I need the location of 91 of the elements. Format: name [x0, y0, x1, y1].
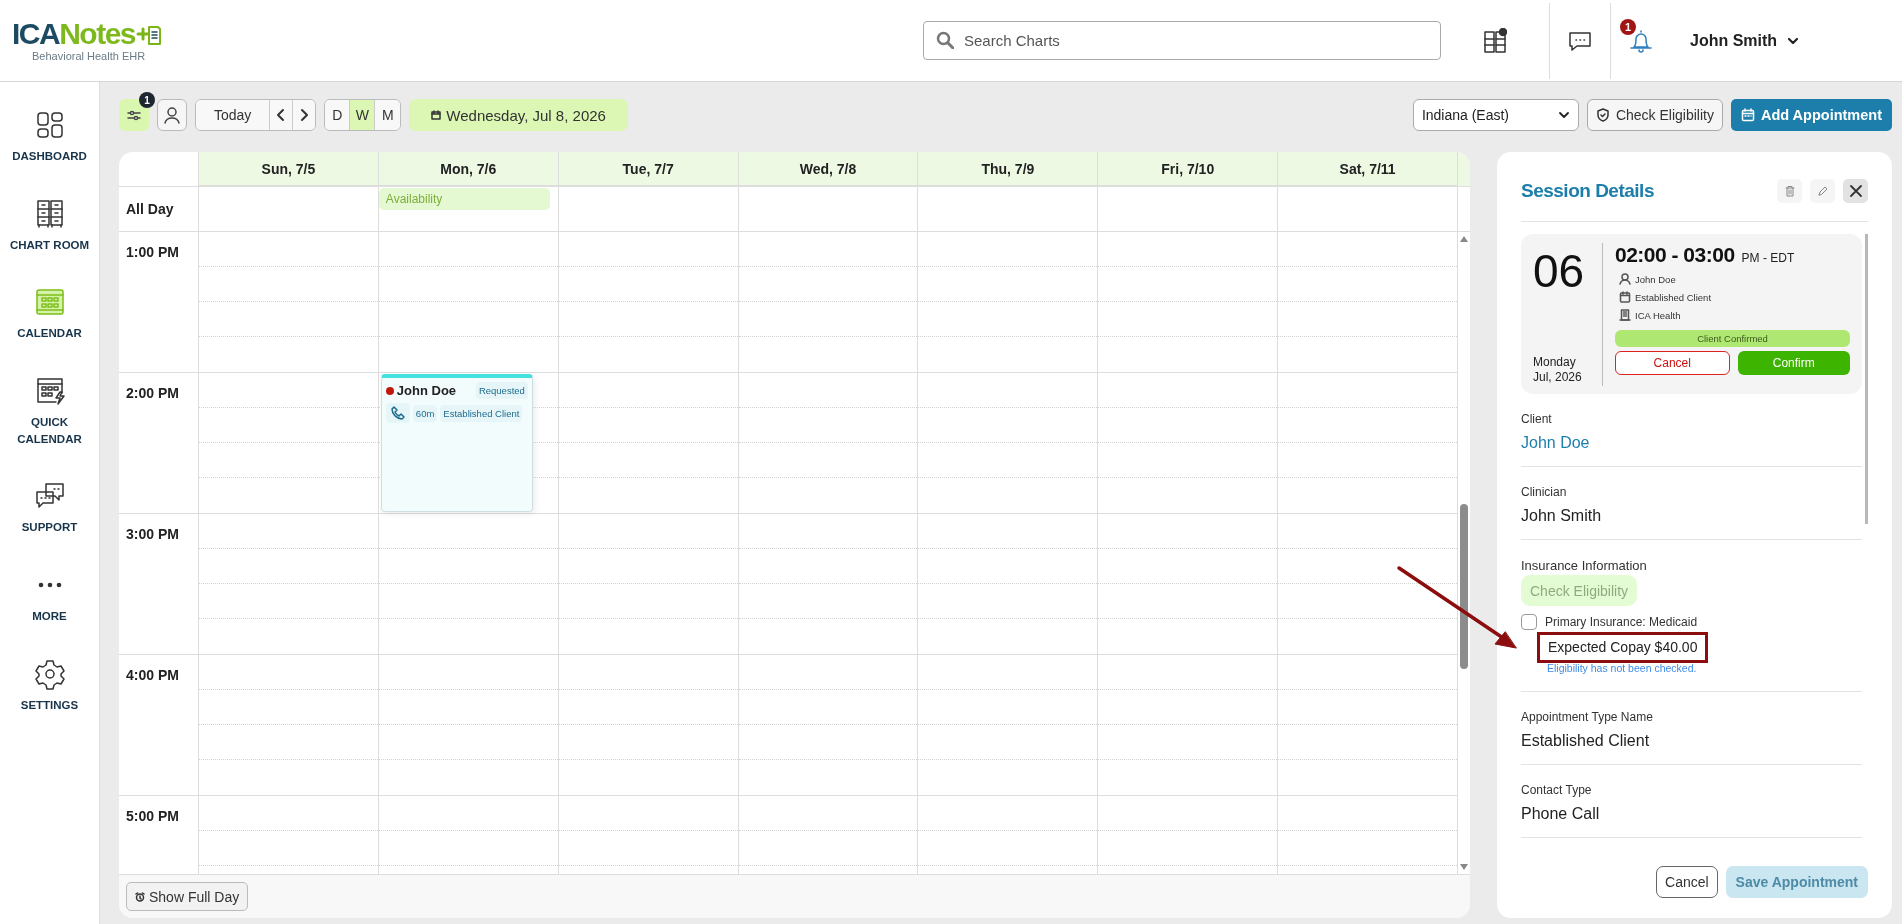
- shield-icon: [1595, 108, 1610, 122]
- search-field[interactable]: Search Charts: [923, 21, 1441, 60]
- field-label: Clinician: [1521, 485, 1568, 500]
- field-label: Client: [1521, 412, 1553, 427]
- alarm-clock-icon: [135, 891, 145, 902]
- field-label: Contact Type: [1521, 783, 1593, 798]
- field-value: Phone Call: [1521, 804, 1601, 824]
- time-zone: PM - EDT: [1741, 251, 1795, 265]
- client-link[interactable]: John Doe: [1521, 433, 1862, 453]
- person-icon: [1619, 273, 1631, 285]
- time-label: 4:00 PM: [119, 655, 198, 796]
- type-tag: Established Client: [440, 404, 523, 422]
- calendar-icon: [1740, 108, 1755, 122]
- appointment-card[interactable]: John Doe Requested 60m Established Client: [380, 374, 533, 512]
- chevron-left-icon: [276, 108, 287, 122]
- chat-icon[interactable]: [1568, 29, 1592, 52]
- time-label: 2:00 PM: [119, 373, 198, 514]
- notification-badge: 1: [1620, 18, 1636, 35]
- phone-icon: [385, 403, 410, 423]
- chevron-down-icon: [1557, 111, 1570, 119]
- month-year-label: Jul, 2026: [1533, 370, 1583, 386]
- view-tab[interactable]: W: [350, 100, 376, 130]
- view-tab[interactable]: D: [325, 100, 351, 130]
- calendar-icon: [1619, 291, 1631, 303]
- eligibility-note: Eligibility has not been checked.: [1547, 662, 1698, 675]
- logo-tagline: Behavioral Health EHR: [32, 50, 147, 62]
- section-label: Insurance Information: [1521, 558, 1648, 573]
- field-value: John Smith: [1521, 506, 1603, 526]
- day-header: Tue, 7/7: [558, 152, 739, 186]
- scrollbar[interactable]: [1865, 234, 1868, 524]
- duration-tag: 60m: [412, 404, 438, 422]
- scroll-up-icon[interactable]: [1460, 236, 1468, 242]
- field-label: Appointment Type Name: [1521, 710, 1654, 725]
- day-header: Sun, 7/5: [199, 152, 379, 186]
- show-full-day-button[interactable]: Show Full Day: [126, 882, 249, 911]
- calendar-icon: [431, 110, 442, 120]
- cancel-appointment-button[interactable]: Cancel: [1615, 351, 1730, 375]
- cabinet-plus-icon[interactable]: [1483, 27, 1507, 54]
- pencil-icon: [1816, 184, 1829, 197]
- status-bar: Client Confirmed: [1615, 330, 1850, 347]
- weekday-label: Monday: [1533, 354, 1577, 371]
- nav-item[interactable]: DASHBOARD: [1, 106, 98, 167]
- search-icon: [936, 31, 954, 49]
- close-button[interactable]: [1843, 178, 1868, 203]
- time-label: 1:00 PM: [119, 232, 198, 373]
- status-tag: Requested: [475, 382, 528, 399]
- trash-icon: [1783, 184, 1796, 197]
- cancel-button[interactable]: Cancel: [1656, 866, 1718, 898]
- detail-text: Established Client: [1635, 291, 1712, 303]
- insurance-label: Primary Insurance: Medicaid: [1545, 615, 1698, 629]
- nav-item[interactable]: MORE: [1, 566, 98, 627]
- field-value: Established Client: [1521, 731, 1651, 751]
- scroll-thumb[interactable]: [1460, 504, 1468, 669]
- building-icon: [1619, 309, 1631, 321]
- time-range: 02:00 - 03:00: [1615, 243, 1735, 267]
- day-header: Wed, 7/8: [738, 152, 919, 186]
- day-header: Mon, 7/6: [378, 152, 559, 186]
- time-label: All Day: [119, 187, 199, 231]
- detail-text: ICA Health: [1635, 309, 1681, 321]
- chevron-down-icon: [1787, 36, 1800, 45]
- highlight-frame: Expected Copay $40.00: [1539, 634, 1707, 661]
- day-header: Sat, 7/11: [1278, 152, 1458, 186]
- date-picker-button[interactable]: Wednesday, Jul 8, 2026: [409, 99, 628, 131]
- person-icon: [162, 105, 182, 125]
- edit-button[interactable]: [1810, 178, 1835, 203]
- timezone-select[interactable]: Indiana (East): [1412, 99, 1579, 131]
- provider-button[interactable]: [157, 99, 187, 131]
- scroll-down-icon[interactable]: [1460, 864, 1468, 870]
- day-number: 06: [1533, 244, 1586, 294]
- nav-item[interactable]: QUICK CALENDAR: [1, 372, 98, 450]
- user-menu[interactable]: John Smith: [1680, 27, 1810, 54]
- detail-text: John Doe: [1635, 273, 1676, 285]
- nav-item[interactable]: SETTINGS: [1, 654, 98, 716]
- nav-item[interactable]: CHART ROOM: [1, 194, 98, 256]
- chevron-right-icon: [299, 108, 310, 122]
- more-icon: [37, 582, 62, 589]
- panel-title: Session Details: [1521, 179, 1654, 202]
- nav-item[interactable]: SUPPORT: [1, 477, 98, 539]
- today-button[interactable]: Today: [196, 100, 271, 130]
- nav-item[interactable]: CALENDAR: [1, 283, 98, 344]
- day-header: Thu, 7/9: [918, 152, 1099, 186]
- check-eligibility-button[interactable]: Check Eligibility: [1586, 99, 1723, 131]
- day-header: Fri, 7/10: [1098, 152, 1279, 186]
- settings-icon: [33, 657, 66, 690]
- client-name: John Doe: [396, 383, 458, 398]
- count-badge: 1: [139, 92, 155, 108]
- checkbox[interactable]: [1521, 614, 1537, 630]
- time-label: 3:00 PM: [119, 514, 198, 655]
- close-icon: [1848, 183, 1863, 198]
- add-appointment-button[interactable]: Add Appointment: [1730, 99, 1892, 131]
- sliders-icon: [127, 109, 141, 121]
